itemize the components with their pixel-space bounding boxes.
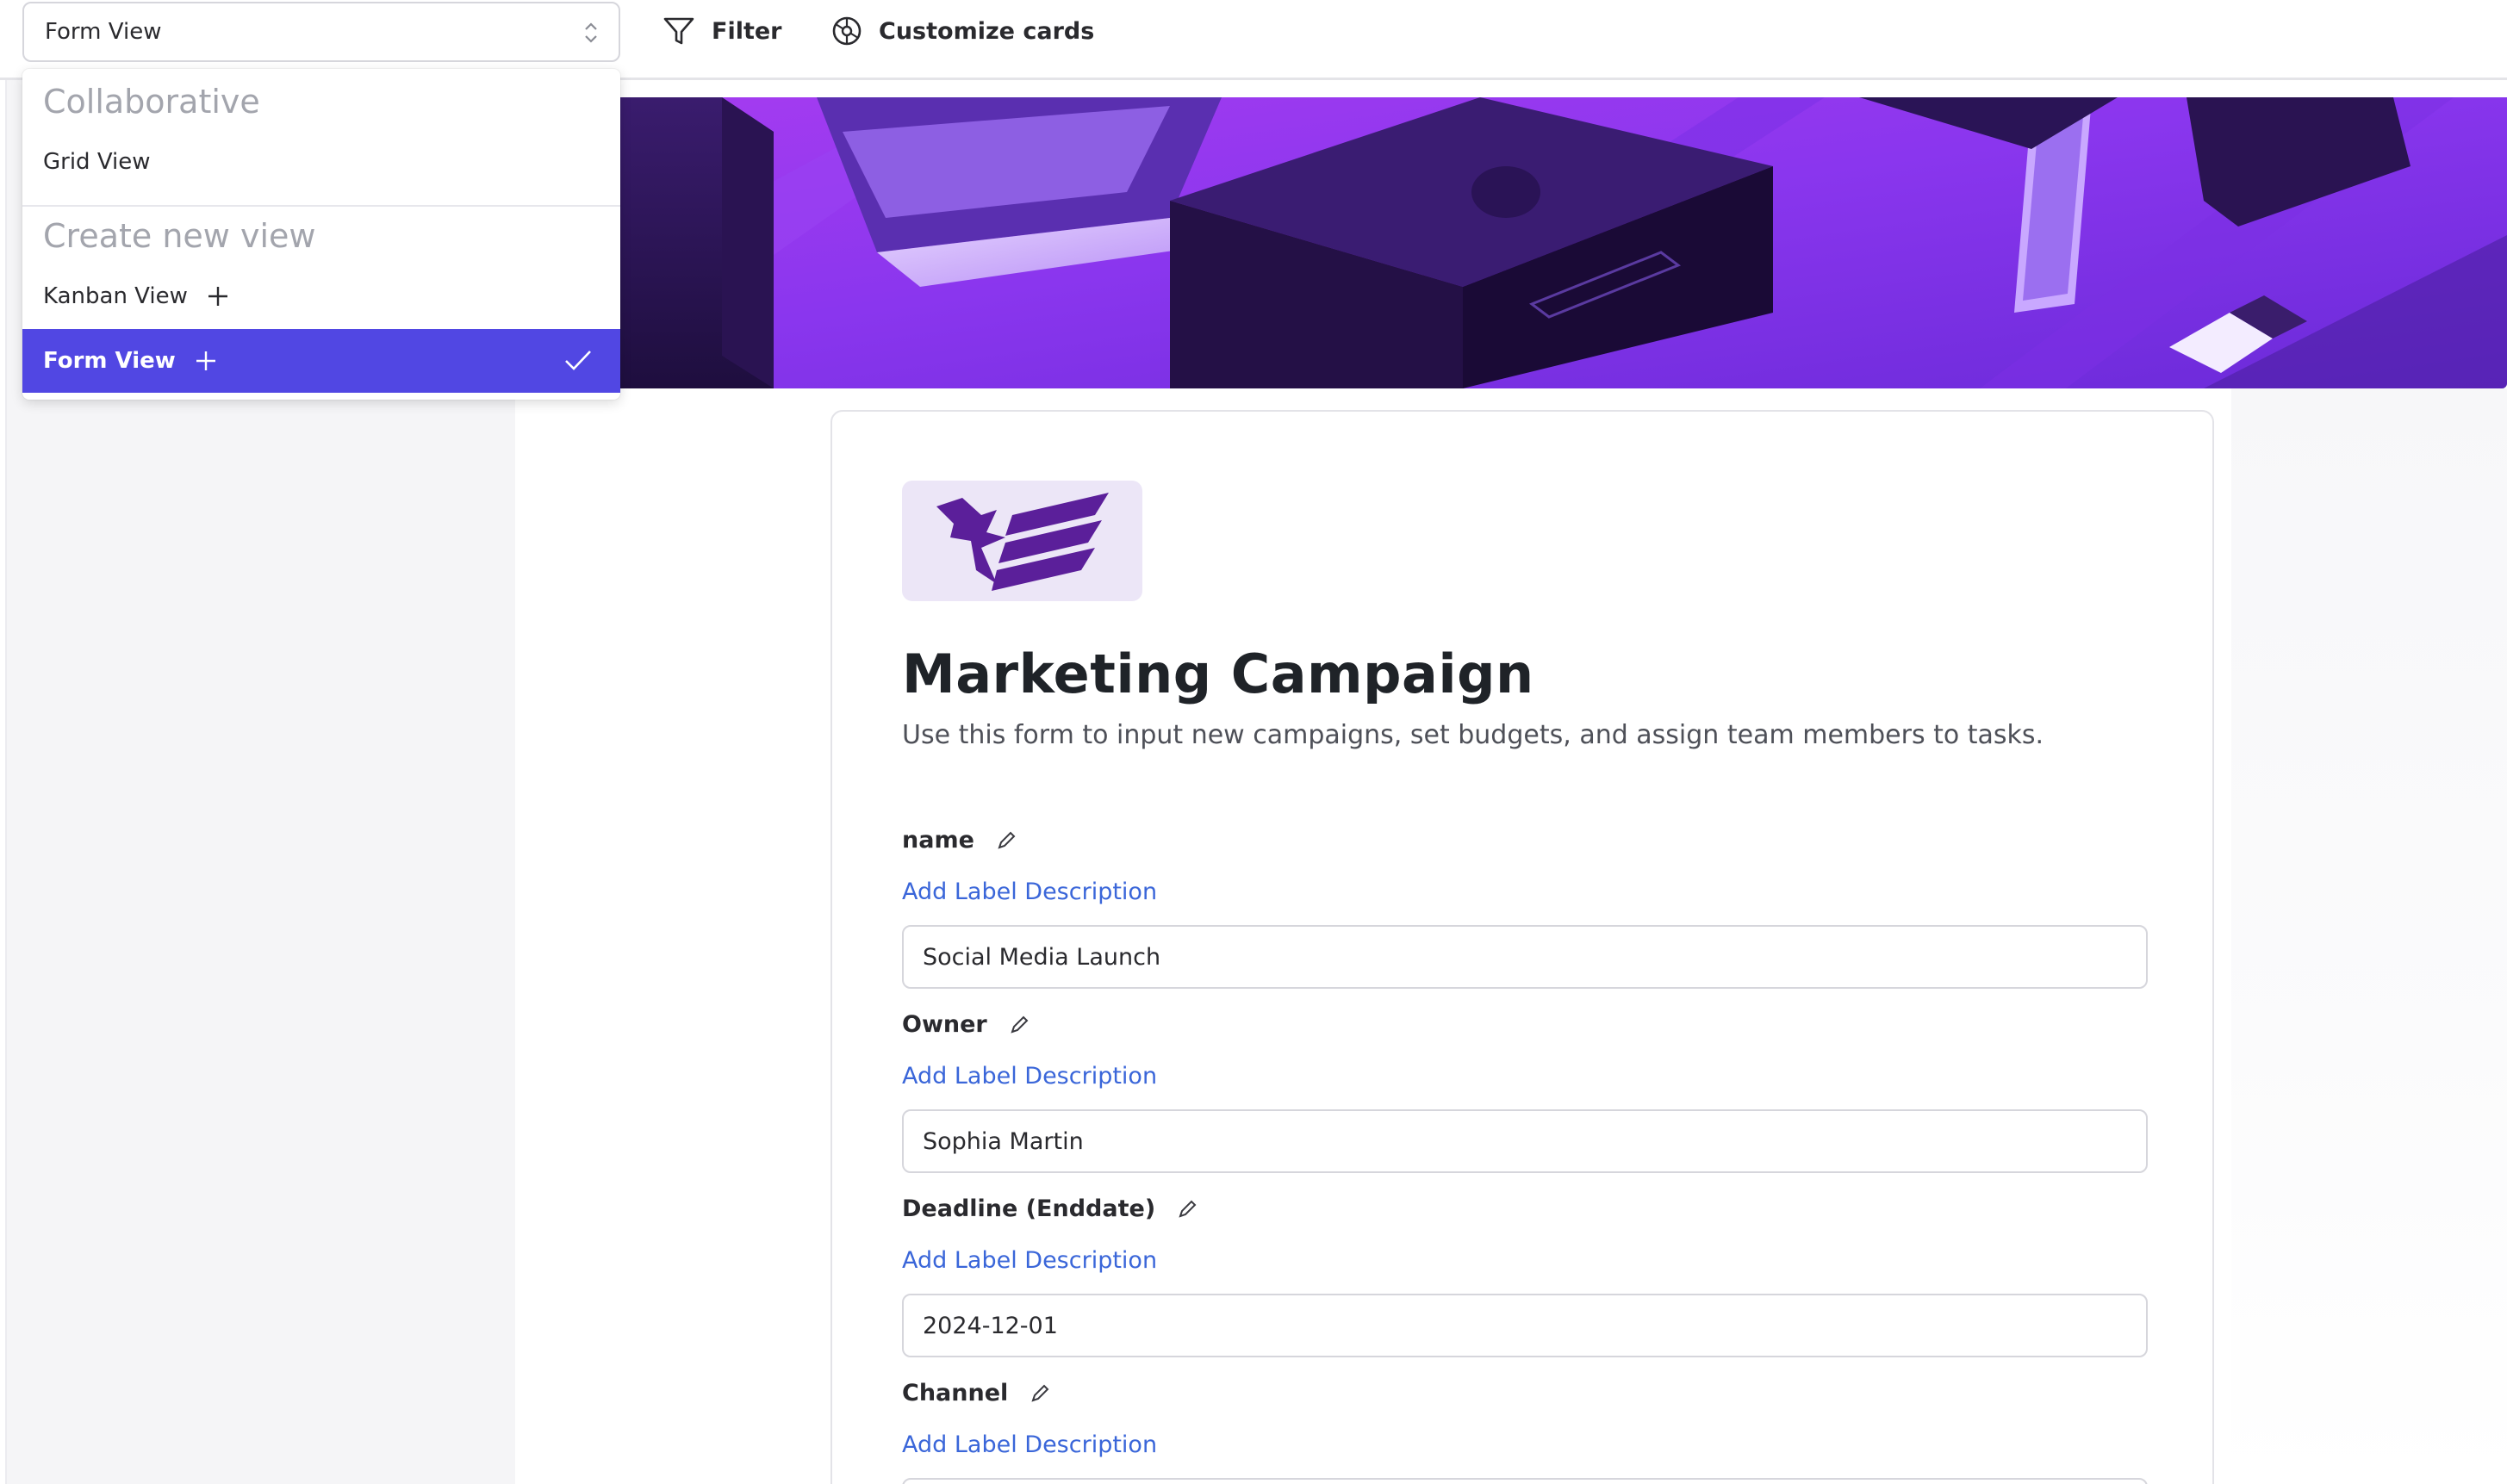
field-label-owner: Owner bbox=[902, 1011, 1030, 1038]
menu-item-form-view[interactable]: Form View bbox=[22, 329, 620, 393]
filter-label: Filter bbox=[712, 17, 782, 45]
add-label-description-link[interactable]: Add Label Description bbox=[902, 1063, 1157, 1090]
field-label-name: name bbox=[902, 827, 1017, 854]
deadline-input[interactable] bbox=[902, 1294, 2148, 1357]
add-label-description-link[interactable]: Add Label Description bbox=[902, 1247, 1157, 1274]
field-label-deadline: Deadline (Enddate) bbox=[902, 1195, 1198, 1222]
pencil-icon[interactable] bbox=[1029, 1382, 1051, 1405]
pencil-icon[interactable] bbox=[1008, 1014, 1030, 1036]
filter-icon bbox=[663, 17, 694, 45]
banner-illustration bbox=[515, 97, 2507, 388]
menu-item-kanban-view[interactable]: Kanban View bbox=[22, 272, 620, 320]
menu-item-label: Form View bbox=[43, 348, 176, 374]
menu-divider bbox=[22, 205, 620, 207]
page-background-decoration bbox=[2231, 388, 2507, 1484]
menu-item-grid-view[interactable]: Grid View bbox=[22, 138, 620, 186]
view-dropdown-menu: Collaborative Grid View Create new view … bbox=[22, 69, 620, 400]
check-icon bbox=[565, 351, 591, 370]
section-create-new-view: Create new view bbox=[43, 217, 316, 255]
customize-cards-button[interactable]: Customize cards bbox=[830, 12, 1094, 50]
add-label-description-link[interactable]: Add Label Description bbox=[902, 879, 1157, 905]
field-label-text: name bbox=[902, 827, 974, 854]
select-arrows-icon bbox=[585, 22, 597, 43]
menu-item-label: Grid View bbox=[43, 149, 151, 175]
field-label-channel: Channel bbox=[902, 1380, 1051, 1406]
menu-item-label: Kanban View bbox=[43, 283, 188, 309]
field-label-text: Channel bbox=[902, 1380, 1009, 1406]
customize-cards-label: Customize cards bbox=[879, 17, 1095, 45]
plus-icon bbox=[196, 351, 215, 370]
form-description: Use this form to input new campaigns, se… bbox=[902, 720, 2044, 750]
customize-icon bbox=[832, 16, 862, 46]
owner-input[interactable] bbox=[902, 1109, 2148, 1173]
view-select[interactable]: Form View bbox=[22, 2, 620, 62]
channel-input[interactable] bbox=[902, 1478, 2148, 1484]
plus-icon bbox=[208, 287, 227, 306]
header-banner-image bbox=[515, 97, 2507, 388]
pencil-icon[interactable] bbox=[1176, 1198, 1198, 1220]
form-card: Marketing Campaign Use this form to inpu… bbox=[830, 410, 2214, 1484]
field-label-text: Deadline (Enddate) bbox=[902, 1195, 1156, 1222]
section-collaborative: Collaborative bbox=[43, 83, 260, 121]
name-input[interactable] bbox=[902, 925, 2148, 989]
add-label-description-link[interactable]: Add Label Description bbox=[902, 1431, 1157, 1458]
form-title: Marketing Campaign bbox=[902, 643, 1534, 705]
filter-button[interactable]: Filter bbox=[662, 12, 782, 50]
form-view-page: Form View Filter Customize cards Marketi… bbox=[0, 0, 2507, 1484]
view-select-value: Form View bbox=[45, 19, 162, 45]
form-logo bbox=[902, 481, 1142, 601]
pencil-icon[interactable] bbox=[995, 829, 1017, 852]
field-label-text: Owner bbox=[902, 1011, 987, 1038]
dragon-logo-icon bbox=[936, 493, 1109, 591]
